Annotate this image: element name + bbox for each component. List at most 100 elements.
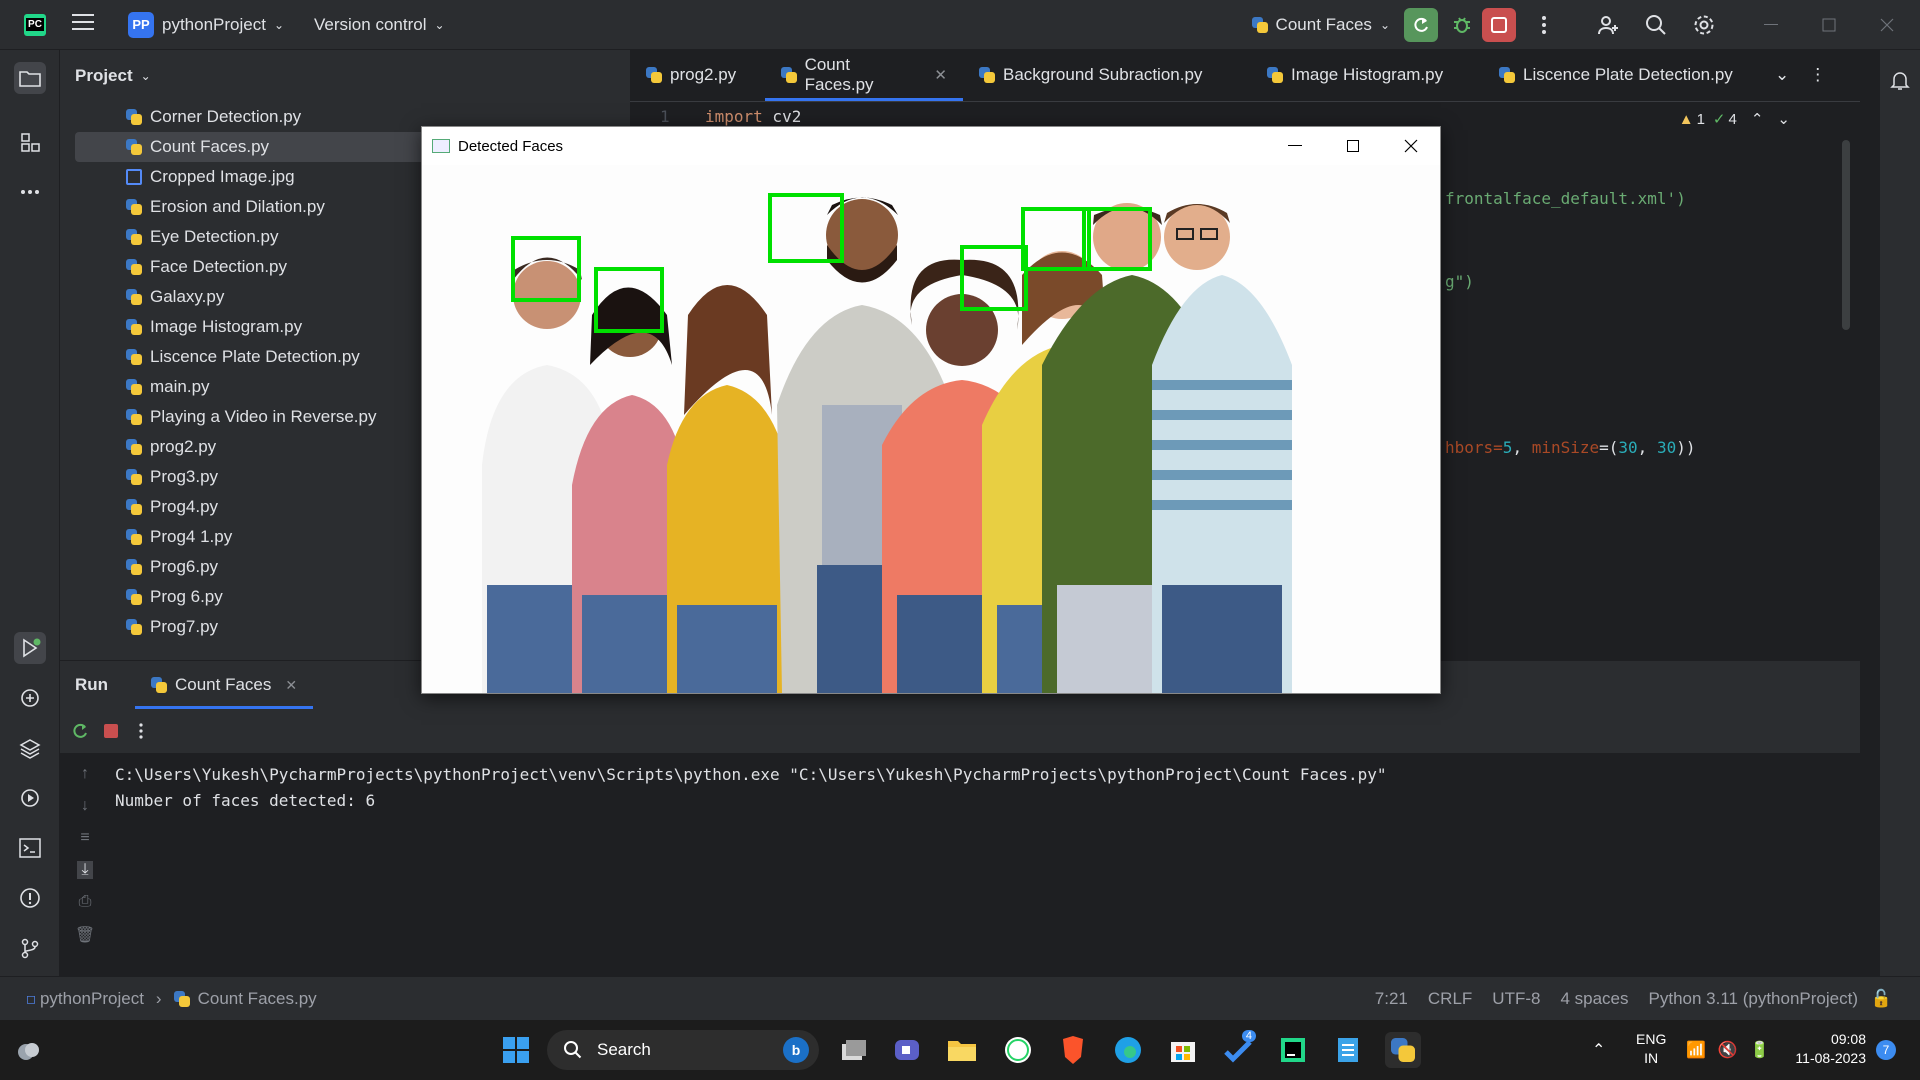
tree-item[interactable]: Count Faces.py xyxy=(75,132,475,162)
pycharm-taskbar-icon[interactable] xyxy=(1275,1032,1311,1068)
tab-image-histogram[interactable]: Image Histogram.py xyxy=(1251,49,1483,101)
todo-app-icon[interactable]: 4 xyxy=(1220,1030,1256,1068)
breadcrumb-project[interactable]: pythonProject xyxy=(40,989,144,1009)
bing-icon[interactable]: b xyxy=(783,1037,809,1063)
close-tab-icon[interactable]: ✕ xyxy=(934,66,947,84)
settings-gear-icon[interactable] xyxy=(1684,5,1724,45)
system-tray[interactable]: 📶 🔇 🔋 xyxy=(1686,1040,1770,1060)
inspection-widget[interactable]: ▲ 1 ✓ 4 ⌃ ⌄ xyxy=(1679,110,1790,129)
run-panel-title: Run xyxy=(75,675,109,694)
minimize-window-button[interactable] xyxy=(1742,5,1800,45)
check-icon: ✓ xyxy=(1712,111,1726,128)
services-icon[interactable] xyxy=(14,782,46,814)
more-options-icon[interactable] xyxy=(1524,5,1564,45)
main-menu-icon[interactable] xyxy=(72,13,94,36)
version-control-menu[interactable]: Version control ⌄ xyxy=(314,15,445,35)
problems-icon[interactable] xyxy=(14,882,46,914)
trash-icon[interactable]: 🗑 xyxy=(75,925,95,945)
python-file-icon xyxy=(126,199,142,215)
maximize-button[interactable] xyxy=(1324,127,1382,165)
editor-scrollbar[interactable] xyxy=(1842,140,1850,330)
python-interpreter[interactable]: Python 3.11 (pythonProject) xyxy=(1649,989,1858,1009)
file-explorer-icon[interactable] xyxy=(944,1032,980,1068)
pycharm-logo-icon[interactable]: PC xyxy=(24,13,46,36)
debug-icon[interactable] xyxy=(1442,5,1482,45)
line-separator[interactable]: CRLF xyxy=(1428,989,1472,1009)
tree-item-label: Prog6.py xyxy=(150,557,219,576)
project-selector[interactable]: pythonProject ⌄ xyxy=(162,15,284,35)
windows-start-icon[interactable] xyxy=(498,1032,534,1068)
python-app-icon[interactable] xyxy=(1385,1032,1421,1068)
soft-wrap-icon[interactable]: ≡ xyxy=(80,829,89,847)
minimize-button[interactable] xyxy=(1266,127,1324,165)
region-code: IN xyxy=(1644,1050,1659,1066)
input-language[interactable]: ENG IN xyxy=(1636,1030,1666,1068)
run-tab-count-faces[interactable]: Count Faces ✕ xyxy=(135,661,314,709)
python-packages-icon[interactable] xyxy=(14,682,46,714)
chevron-down-icon[interactable]: ⌄ xyxy=(1777,110,1790,128)
maximize-window-button[interactable] xyxy=(1800,5,1858,45)
add-user-icon[interactable] xyxy=(1588,5,1628,45)
chevron-up-icon[interactable]: ⌃ xyxy=(1751,110,1764,128)
teams-chat-icon[interactable] xyxy=(889,1032,925,1068)
run-tool-icon[interactable] xyxy=(14,632,46,664)
scroll-down-icon[interactable]: ↓ xyxy=(81,797,89,815)
brave-browser-icon[interactable] xyxy=(1055,1032,1091,1068)
code-fragment-imread[interactable]: g") xyxy=(1445,272,1474,291)
python-file-icon xyxy=(126,499,142,515)
notification-count-badge[interactable]: 7 xyxy=(1876,1040,1896,1060)
tab-prog2[interactable]: prog2.py xyxy=(630,49,765,101)
caret-position[interactable]: 7:21 xyxy=(1375,989,1408,1009)
tree-item-label: Cropped Image.jpg xyxy=(150,167,295,186)
close-tab-icon[interactable]: ✕ xyxy=(285,677,297,694)
run-config-selector[interactable]: Count Faces ⌄ xyxy=(1251,15,1390,35)
tab-liscence-plate-detection[interactable]: Liscence Plate Detection.py xyxy=(1483,49,1765,101)
edge-browser-icon[interactable] xyxy=(1110,1032,1146,1068)
code-fragment-cascade[interactable]: frontalface_default.xml') xyxy=(1445,189,1686,208)
face-detection-box-4 xyxy=(960,245,1028,311)
tab-background-subraction[interactable]: Background Subraction.py xyxy=(963,49,1251,101)
weather-widget-icon[interactable] xyxy=(10,1032,46,1068)
clock[interactable]: 09:08 11-08-2023 xyxy=(1786,1030,1866,1068)
file-encoding[interactable]: UTF-8 xyxy=(1492,989,1540,1009)
string-literal: frontalface_default.xml') xyxy=(1445,189,1686,208)
project-folder-icon[interactable] xyxy=(14,62,46,94)
more-tools-icon[interactable] xyxy=(14,176,46,208)
notepad-icon[interactable] xyxy=(1330,1032,1366,1068)
python-icon xyxy=(1499,67,1515,83)
close-window-button[interactable] xyxy=(1858,5,1916,45)
structure-icon[interactable] xyxy=(14,126,46,158)
layers-icon[interactable] xyxy=(14,732,46,764)
search-icon[interactable] xyxy=(1636,5,1676,45)
tab-list-dropdown-icon[interactable]: ⌄ xyxy=(1765,49,1799,101)
microsoft-store-icon[interactable] xyxy=(1165,1032,1201,1068)
taskbar-search-box[interactable]: Search b xyxy=(547,1030,819,1070)
more-options-icon[interactable] xyxy=(126,711,156,751)
stop-icon[interactable] xyxy=(96,711,126,751)
lock-icon[interactable]: 🔓 xyxy=(1871,989,1892,1009)
project-badge[interactable]: PP xyxy=(128,11,154,38)
python-file-icon xyxy=(126,559,142,575)
git-branch-icon[interactable] xyxy=(14,932,46,964)
project-panel-header[interactable]: Project ⌄ xyxy=(60,50,630,102)
stop-button[interactable] xyxy=(1482,8,1516,42)
console-output[interactable]: C:\Users\Yukesh\PycharmProjects\pythonPr… xyxy=(60,753,1860,977)
show-hidden-icons-chevron-icon[interactable]: ⌃ xyxy=(1592,1040,1605,1060)
close-button[interactable] xyxy=(1382,127,1440,165)
notifications-bell-icon[interactable] xyxy=(1884,64,1916,96)
whatsapp-icon[interactable] xyxy=(1000,1032,1036,1068)
tab-count-faces[interactable]: Count Faces.py ✕ xyxy=(765,49,963,101)
tab-more-options-icon[interactable]: ⋮ xyxy=(1799,49,1836,101)
task-view-icon[interactable] xyxy=(836,1032,872,1068)
code-fragment-detect[interactable]: hbors=5, minSize=(30, 30)) xyxy=(1445,438,1695,457)
rerun-button[interactable] xyxy=(1404,8,1438,42)
scroll-up-icon[interactable]: ↑ xyxy=(81,765,89,783)
terminal-icon[interactable] xyxy=(14,832,46,864)
scroll-to-end-icon[interactable]: ⤓ xyxy=(77,861,93,879)
indent-setting[interactable]: 4 spaces xyxy=(1560,989,1628,1009)
print-icon[interactable]: ⎙ xyxy=(79,893,92,911)
project-name: pythonProject xyxy=(162,14,266,34)
code-line-1[interactable]: import cv2 xyxy=(705,107,801,126)
rerun-icon[interactable] xyxy=(66,711,96,751)
breadcrumb-file[interactable]: Count Faces.py xyxy=(198,989,317,1009)
